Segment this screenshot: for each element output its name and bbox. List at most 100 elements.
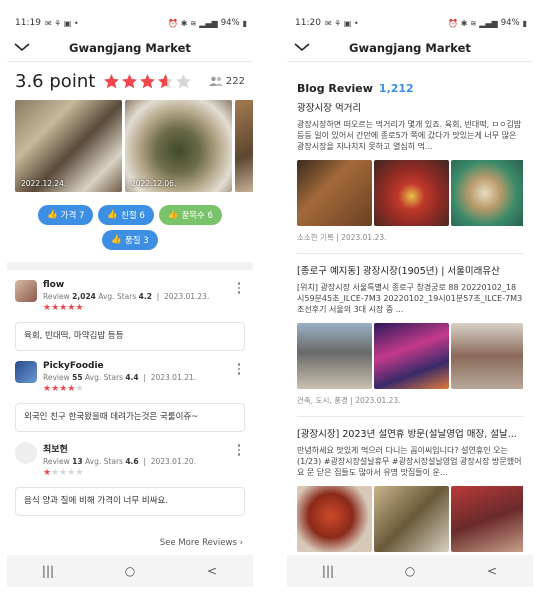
- reviewer-name[interactable]: PickyFoodie: [43, 361, 196, 371]
- post-photo[interactable]: [451, 486, 523, 552]
- thumbs-up-icon: 👍: [107, 210, 118, 220]
- post-photo[interactable]: [297, 323, 372, 389]
- battery-icon: ▮: [522, 18, 527, 28]
- photo-date: 2022.12.06.: [131, 179, 177, 188]
- collapse-chevron-icon[interactable]: [293, 38, 311, 56]
- review-stars: ★ ★ ★ ★ ★: [43, 469, 196, 478]
- blog-post[interactable]: [종로구 예지동] 광장시장(1905년) | 서울미래유산 [위치] 광장시장…: [287, 254, 533, 406]
- post-meta: 건축, 도시, 풍경 | 2023.01.23.: [297, 396, 401, 405]
- star-icon: [158, 73, 174, 88]
- signal-icons: ⏰ ✱ ≋ ▂▄▆: [448, 18, 498, 28]
- notification-icons: ✉ ⚘ ▣ •: [44, 18, 79, 28]
- avatar[interactable]: [15, 280, 37, 302]
- page-title: Gwangjang Market: [69, 40, 191, 55]
- star-icon: ★: [51, 303, 60, 313]
- post-title[interactable]: 광장시장 먹거리: [297, 103, 523, 115]
- reviewer-count: 222: [208, 76, 245, 87]
- reviewer-meta: Review 55 Avg. Stars 4.4 | 2023.01.21.: [43, 373, 197, 382]
- notification-icons: ✉ ⚘ ▣ •: [324, 18, 359, 28]
- left-screen: 11:19 ✉ ⚘ ▣ • ⏰ ✱ ≋ ▂▄▆ 94% ▮ Gwangjang …: [7, 12, 253, 587]
- system-nav-bar: ||| ○ <: [287, 555, 533, 587]
- blog-post[interactable]: 광장시장 먹거리 광장시장하면 떠오르는 먹거리가 몇개 있죠. 육회, 빈대떡…: [287, 95, 533, 243]
- more-options-icon[interactable]: [235, 444, 243, 458]
- tag-quality[interactable]: 👍 품질 3: [102, 230, 158, 250]
- blog-review-count: 1,212: [378, 82, 414, 95]
- more-options-icon[interactable]: [235, 282, 243, 296]
- avatar[interactable]: [15, 361, 37, 383]
- section-divider: [7, 262, 253, 270]
- post-title[interactable]: [종로구 예지동] 광장시장(1905년) | 서울미래유산: [297, 266, 523, 278]
- review-photo[interactable]: 2022.12.06.: [125, 100, 232, 192]
- battery-icon: ▮: [242, 18, 247, 28]
- post-photo[interactable]: [297, 486, 372, 552]
- star-icon: [104, 73, 120, 88]
- back-button[interactable]: <: [197, 561, 227, 581]
- rating-score: 3.6 point: [15, 70, 96, 92]
- post-photo[interactable]: [451, 323, 523, 389]
- battery-level: 94%: [500, 18, 520, 28]
- star-icon: ★: [67, 384, 76, 394]
- status-time: 11:19: [15, 18, 41, 28]
- review-text: 외국인 친구 한국왔을때 데려가는것은 국룰이쥬~: [15, 403, 245, 432]
- photo-strip[interactable]: 2022.12.24. 2022.12.06.: [7, 92, 253, 195]
- review-text: 음식 양과 질에 비해 가격이 너무 비싸요.: [15, 487, 245, 516]
- star-icon: ★: [75, 303, 84, 313]
- home-button[interactable]: ○: [395, 561, 425, 581]
- post-snippet: 만녕하세요 맛있게 먹으러 다니는 꼼이씨입니다? 설연휴인 오는(1/23) …: [297, 446, 522, 477]
- see-more-reviews-link[interactable]: See More Reviews ›: [160, 538, 243, 548]
- post-photo[interactable]: [374, 160, 449, 226]
- recent-apps-button[interactable]: |||: [313, 561, 343, 581]
- right-screen: 11:20 ✉ ⚘ ▣ • ⏰ ✱ ≋ ▂▄▆ 94% ▮ Gwangjang …: [287, 12, 533, 587]
- reviewer-name[interactable]: flow: [43, 280, 209, 290]
- system-nav-bar: ||| ○ <: [7, 555, 253, 587]
- post-photo[interactable]: [374, 486, 449, 552]
- post-title[interactable]: [광장시장] 2023년 설연휴 방문(설날영업 매장, 설날...: [297, 429, 523, 441]
- star-icon: ★: [43, 303, 52, 313]
- blog-post[interactable]: [광장시장] 2023년 설연휴 방문(설날영업 매장, 설날... 만녕하세요…: [287, 417, 533, 552]
- post-photos[interactable]: [297, 323, 523, 389]
- tag-kindness[interactable]: 👍 친절 6: [98, 205, 154, 225]
- status-time: 11:20: [295, 18, 321, 28]
- more-options-icon[interactable]: [235, 363, 243, 377]
- post-photos[interactable]: [297, 486, 523, 552]
- review-item: PickyFoodie Review 55 Avg. Stars 4.4 | 2…: [7, 351, 253, 432]
- star-icon: ★: [67, 303, 76, 313]
- battery-level: 94%: [220, 18, 240, 28]
- review-item: 최보현 Review 13 Avg. Stars 4.6 | 2023.01.2…: [7, 432, 253, 516]
- page-title: Gwangjang Market: [349, 40, 471, 55]
- review-photo[interactable]: [235, 100, 253, 192]
- review-item: flow Review 2,024 Avg. Stars 4.2 | 2023.…: [7, 270, 253, 351]
- review-stars: ★ ★ ★ ★ ★: [43, 385, 196, 394]
- star-icon: ★: [59, 384, 68, 394]
- back-button[interactable]: <: [477, 561, 507, 581]
- post-photos[interactable]: [297, 160, 523, 226]
- star-icon: [140, 73, 156, 88]
- keyword-tags: 👍 가격 7 👍 친절 6 👍 꿀목수 6 👍 품질 3: [7, 195, 253, 250]
- rating-summary: 3.6 point 222: [7, 62, 253, 92]
- people-icon: [208, 76, 223, 86]
- post-snippet: [위치] 광장시장 서울특별시 종로구 창경궁로 88 20220102_18시…: [297, 283, 523, 314]
- avatar[interactable]: [15, 442, 37, 464]
- star-icon: ★: [51, 384, 60, 394]
- home-button[interactable]: ○: [115, 561, 145, 581]
- star-icon: [122, 73, 138, 88]
- star-icon: ★: [59, 303, 68, 313]
- post-photo[interactable]: [451, 160, 523, 226]
- post-photo[interactable]: [297, 160, 372, 226]
- star-icon: ★: [59, 468, 68, 478]
- reviewer-name[interactable]: 최보현: [43, 442, 196, 455]
- recent-apps-button[interactable]: |||: [33, 561, 63, 581]
- tag-price[interactable]: 👍 가격 7: [38, 205, 94, 225]
- rating-stars: [103, 73, 192, 90]
- review-photo[interactable]: 2022.12.24.: [15, 100, 122, 192]
- reviewer-meta: Review 13 Avg. Stars 4.6 | 2023.01.20.: [43, 457, 197, 466]
- collapse-chevron-icon[interactable]: [13, 38, 31, 56]
- star-icon: ★: [43, 468, 52, 478]
- star-icon: ★: [43, 384, 52, 394]
- post-photo[interactable]: [374, 323, 449, 389]
- photo-date: 2022.12.24.: [21, 179, 67, 188]
- star-icon: ★: [75, 384, 84, 394]
- star-icon: ★: [51, 468, 60, 478]
- thumbs-up-icon: 👍: [47, 210, 58, 220]
- tag-quantity[interactable]: 👍 꿀목수 6: [158, 205, 222, 225]
